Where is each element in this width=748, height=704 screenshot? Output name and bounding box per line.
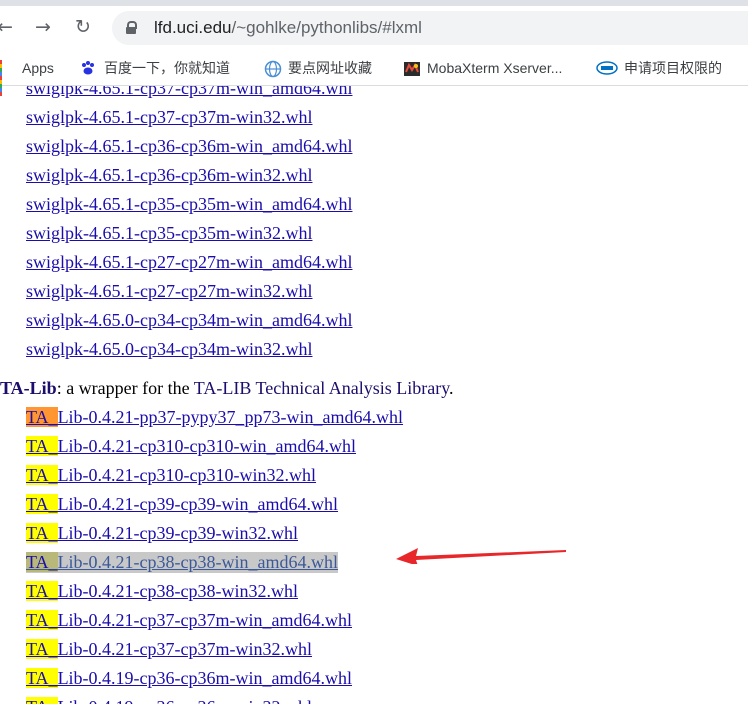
swiglpk-download-link[interactable]: swiglpk-4.65.1-cp37-cp37m-win32.whl (26, 107, 312, 128)
search-highlight: TA_ (26, 407, 58, 427)
page-content: swiglpk-4.65.1-cp37-cp37m-win_amd64.whls… (0, 86, 748, 704)
bookmark-label: Apps (22, 60, 54, 76)
link-filename-rest: Lib-0.4.21-pp37-pypy37_pp73-win_amd64.wh… (57, 407, 404, 427)
bookmark-label: 申请项目权限的 (624, 60, 722, 76)
red-arrow-annotation (396, 548, 566, 564)
search-highlight: TA_ (26, 639, 58, 659)
globe-icon (264, 60, 282, 78)
bookmark-intel[interactable]: 申请项目权限的 (596, 52, 722, 84)
link-filename-rest: Lib-0.4.21-cp38-cp38-win_amd64.whl (57, 552, 339, 572)
swiglpk-download-link[interactable]: swiglpk-4.65.1-cp36-cp36m-win_amd64.whl (26, 136, 352, 157)
url-text[interactable]: lfd.uci.edu/~gohlke/pythonlibs/#lxml (154, 18, 422, 38)
swiglpk-download-link[interactable]: swiglpk-4.65.1-cp27-cp27m-win_amd64.whl (26, 252, 352, 273)
bookmark-baidu[interactable]: 百度一下，你就知道 (80, 52, 230, 84)
swiglpk-download-link[interactable]: swiglpk-4.65.1-cp36-cp36m-win32.whl (26, 165, 312, 186)
address-bar[interactable]: lfd.uci.edu/~gohlke/pythonlibs/#lxml (112, 11, 748, 45)
talib-desc-before: : a wrapper for the (56, 378, 194, 398)
talib-download-link[interactable]: TA_Lib-0.4.21-cp37-cp37m-win_amd64.whl (26, 610, 352, 631)
swiglpk-download-link[interactable]: swiglpk-4.65.1-cp37-cp37m-win_amd64.whl (26, 86, 352, 99)
link-filename-rest: Lib-0.4.19-cp36-cp36m-win_amd64.whl (57, 668, 353, 688)
talib-download-link[interactable]: TA_Lib-0.4.21-cp39-cp39-win32.whl (26, 523, 298, 544)
search-highlight: TA_ (26, 697, 58, 704)
link-filename-rest: Lib-0.4.21-cp39-cp39-win_amd64.whl (57, 494, 339, 514)
link-filename-rest: Lib-0.4.21-cp37-cp37m-win_amd64.whl (57, 610, 353, 630)
link-filename-rest: Lib-0.4.21-cp38-cp38-win32.whl (57, 581, 299, 601)
baidu-paw-icon (80, 60, 96, 76)
talib-download-link[interactable]: TA_Lib-0.4.21-cp38-cp38-win32.whl (26, 581, 298, 602)
search-highlight: TA_ (26, 581, 58, 601)
talib-description: TA-Lib: a wrapper for the TA-LIB Technic… (0, 378, 454, 399)
bookmark-apps[interactable]: Apps (0, 52, 54, 96)
swiglpk-download-link[interactable]: swiglpk-4.65.0-cp34-cp34m-win32.whl (26, 339, 312, 360)
search-highlight: TA_ (26, 668, 58, 688)
back-icon[interactable]: ← (0, 14, 18, 40)
apps-grid-icon (0, 60, 14, 96)
talib-name[interactable]: TA-Lib (0, 378, 57, 398)
link-filename-rest: Lib-0.4.21-cp39-cp39-win32.whl (57, 523, 299, 543)
browser-toolbar: ← → ↻ lfd.uci.edu/~gohlke/pythonlibs/#lx… (0, 0, 748, 52)
swiglpk-download-link[interactable]: swiglpk-4.65.1-cp35-cp35m-win_amd64.whl (26, 194, 352, 215)
forward-icon[interactable]: → (30, 14, 56, 40)
search-highlight: TA_ (26, 523, 58, 543)
url-path: /~gohlke/pythonlibs/#lxml (231, 18, 422, 37)
bookmark-label: MobaXterm Xserver... (427, 60, 563, 76)
talib-desc-after: . (449, 378, 454, 398)
mobaxterm-icon (403, 60, 420, 76)
bookmarks-bar: Apps 百度一下，你就知道 要点网址收藏 MobaXterm Xserver.… (0, 52, 748, 96)
talib-download-link[interactable]: TA_Lib-0.4.19-cp36-cp36m-win32.whl (26, 697, 312, 704)
search-highlight: TA_ (26, 552, 58, 572)
talib-download-link[interactable]: TA_Lib-0.4.21-cp310-cp310-win32.whl (26, 465, 316, 486)
talib-download-link[interactable]: TA_Lib-0.4.19-cp36-cp36m-win_amd64.whl (26, 668, 352, 689)
tab-strip-edge (0, 0, 748, 6)
reload-icon[interactable]: ↻ (70, 14, 96, 40)
url-host: lfd.uci.edu (154, 18, 232, 37)
talib-library-link[interactable]: TA-LIB Technical Analysis Library (194, 378, 449, 398)
link-filename-rest: Lib-0.4.19-cp36-cp36m-win32.whl (58, 697, 312, 704)
lock-icon[interactable] (126, 21, 137, 34)
bookmark-mobaxterm[interactable]: MobaXterm Xserver... (403, 52, 562, 84)
swiglpk-download-link[interactable]: swiglpk-4.65.1-cp35-cp35m-win32.whl (26, 223, 312, 244)
talib-download-link[interactable]: TA_Lib-0.4.21-cp39-cp39-win_amd64.whl (26, 494, 338, 515)
search-highlight: TA_ (26, 465, 58, 485)
swiglpk-download-link[interactable]: swiglpk-4.65.1-cp27-cp27m-win32.whl (26, 281, 312, 302)
bookmark-label: 要点网址收藏 (288, 60, 372, 76)
bookmark-label: 百度一下，你就知道 (104, 60, 230, 76)
search-highlight: TA_ (26, 610, 58, 630)
talib-download-link[interactable]: TA_Lib-0.4.21-pp37-pypy37_pp73-win_amd64… (26, 407, 403, 428)
search-highlight: TA_ (26, 494, 58, 514)
link-filename-rest: Lib-0.4.21-cp310-cp310-win_amd64.whl (57, 436, 357, 456)
swiglpk-download-link[interactable]: swiglpk-4.65.0-cp34-cp34m-win_amd64.whl (26, 310, 352, 331)
talib-download-link-selected[interactable]: TA_Lib-0.4.21-cp38-cp38-win_amd64.whl (26, 552, 339, 573)
talib-download-link[interactable]: TA_Lib-0.4.21-cp37-cp37m-win32.whl (26, 639, 312, 660)
link-filename-rest: Lib-0.4.21-cp310-cp310-win32.whl (57, 465, 317, 485)
search-highlight: TA_ (26, 436, 58, 456)
talib-download-link[interactable]: TA_Lib-0.4.21-cp310-cp310-win_amd64.whl (26, 436, 356, 457)
intel-icon (596, 60, 618, 76)
bookmark-yaodian[interactable]: 要点网址收藏 (264, 52, 372, 84)
link-filename-rest: Lib-0.4.21-cp37-cp37m-win32.whl (57, 639, 313, 659)
